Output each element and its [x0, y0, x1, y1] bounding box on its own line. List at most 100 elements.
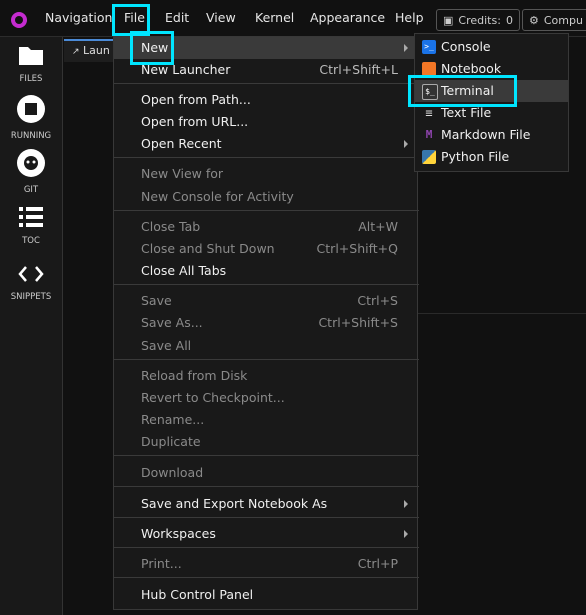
- new-item-highlight: [130, 31, 174, 65]
- file-menu-item-label: Save and Export Notebook As: [141, 496, 328, 511]
- file-menu-item-label: Print...: [141, 556, 182, 571]
- file-menu-item-label: Save All: [141, 338, 192, 353]
- file-menu: New New Launcher Ctrl+Shift+L Open from …: [113, 36, 419, 610]
- text-file-icon: ≡: [425, 106, 433, 120]
- sidebar-item-toc[interactable]: TOC: [0, 206, 62, 246]
- submenu-arrow-icon: [404, 500, 408, 508]
- left-sidebar: FILES RUNNING GIT TOC SNIPPETS: [0, 37, 63, 615]
- menu-separator: [114, 547, 419, 548]
- compute-label: Compu: [543, 13, 583, 27]
- file-menu-item-revert: Revert to Checkpoint...: [114, 387, 419, 409]
- file-menu-item-open-recent[interactable]: Open Recent: [114, 133, 419, 155]
- terminal-item-highlight: [408, 75, 517, 107]
- sidebar-label-files: FILES: [19, 74, 43, 84]
- sidebar-item-snippets[interactable]: SNIPPETS: [0, 264, 62, 302]
- shortcut-label: Ctrl+Shift+S: [318, 315, 398, 330]
- menu-view[interactable]: View: [206, 10, 236, 25]
- file-menu-item-reload: Reload from Disk: [114, 365, 419, 387]
- submenu-arrow-icon: [404, 140, 408, 148]
- sidebar-item-git[interactable]: GIT: [0, 149, 62, 195]
- file-menu-item-label: New Console for Activity: [141, 189, 294, 204]
- sidebar-item-files[interactable]: FILES: [0, 44, 62, 84]
- file-menu-item-open-from-url[interactable]: Open from URL...: [114, 111, 419, 133]
- submenu-item-label: Python File: [441, 149, 510, 164]
- credits-button[interactable]: ▣ Credits: 0: [436, 9, 520, 31]
- file-menu-item-label: Open from URL...: [141, 114, 249, 129]
- main-divider: [418, 313, 586, 314]
- new-submenu-console[interactable]: >_ Console: [415, 36, 568, 58]
- shortcut-label: Ctrl+Shift+L: [319, 62, 398, 77]
- notebook-icon: [422, 62, 436, 76]
- file-menu-item-label: Open Recent: [141, 136, 222, 151]
- markdown-icon: M: [425, 128, 433, 141]
- menu-separator: [114, 486, 419, 487]
- file-menu-item-label: Reload from Disk: [141, 368, 248, 383]
- file-menu-item-label: Close Tab: [141, 219, 201, 234]
- code-icon: [18, 266, 44, 282]
- python-icon: [422, 150, 436, 164]
- file-menu-item-print: Print... Ctrl+P: [114, 553, 419, 575]
- file-menu-item-close-shutdown: Close and Shut Down Ctrl+Shift+Q: [114, 238, 419, 260]
- menu-navigation[interactable]: Navigation: [45, 10, 112, 25]
- menu-separator: [114, 517, 419, 518]
- menu-separator: [114, 83, 419, 84]
- sidebar-label-snippets: SNIPPETS: [10, 292, 52, 302]
- file-menu-item-label: Open from Path...: [141, 92, 251, 107]
- menu-separator: [114, 284, 419, 285]
- menu-help[interactable]: Help: [395, 10, 424, 25]
- app-logo-icon[interactable]: [11, 12, 27, 28]
- sidebar-item-running[interactable]: RUNNING: [0, 95, 62, 141]
- sidebar-label-git: GIT: [23, 185, 39, 195]
- credits-icon: ▣: [443, 13, 454, 27]
- sidebar-label-running: RUNNING: [10, 131, 52, 141]
- file-menu-item-hub-control-panel[interactable]: Hub Control Panel: [114, 584, 419, 606]
- file-menu-item-close-all-tabs[interactable]: Close All Tabs: [114, 260, 419, 282]
- folder-icon: [19, 47, 43, 65]
- console-icon: >_: [422, 40, 436, 54]
- file-menu-item-save-as: Save As... Ctrl+Shift+S: [114, 312, 419, 334]
- file-menu-item-label: Close All Tabs: [141, 263, 227, 278]
- list-icon: [19, 207, 43, 227]
- file-menu-item-label: Close and Shut Down: [141, 241, 275, 256]
- new-submenu-python-file[interactable]: Python File: [415, 146, 568, 168]
- menu-separator: [114, 359, 419, 360]
- file-menu-item-workspaces[interactable]: Workspaces: [114, 523, 419, 545]
- file-menu-item-save: Save Ctrl+S: [114, 290, 419, 312]
- file-menu-item-download: Download: [114, 462, 419, 484]
- file-menu-item-label: Rename...: [141, 412, 205, 427]
- file-menu-item-duplicate: Duplicate: [114, 431, 419, 453]
- github-icon: [17, 149, 45, 177]
- file-menu-item-new-console: New Console for Activity: [114, 186, 419, 208]
- file-menu-item-open-from-path[interactable]: Open from Path...: [114, 89, 419, 111]
- menu-appearance[interactable]: Appearance: [310, 10, 385, 25]
- file-menu-item-label: Revert to Checkpoint...: [141, 390, 285, 405]
- menu-edit[interactable]: Edit: [165, 10, 189, 25]
- shortcut-label: Ctrl+Shift+Q: [316, 241, 398, 256]
- file-menu-item-label: Hub Control Panel: [141, 587, 254, 602]
- shortcut-label: Ctrl+P: [357, 556, 398, 571]
- menu-separator: [114, 455, 419, 456]
- file-menu-item-label: Save As...: [141, 315, 203, 330]
- stop-circle-icon: [17, 95, 45, 123]
- menu-separator: [114, 577, 419, 578]
- file-menu-item-label: Workspaces: [141, 526, 216, 541]
- file-menu-item-save-all: Save All: [114, 335, 419, 357]
- file-menu-item-label: Save: [141, 293, 172, 308]
- file-menu-item-close-tab: Close Tab Alt+W: [114, 216, 419, 238]
- tab-launcher-label: Laun: [83, 44, 110, 57]
- menu-kernel[interactable]: Kernel: [255, 10, 294, 25]
- menu-separator: [114, 210, 419, 211]
- compute-button[interactable]: ⚙ Compu: [522, 9, 586, 31]
- new-submenu-markdown-file[interactable]: M Markdown File: [415, 124, 568, 146]
- tab-launcher[interactable]: ↗ Laun: [64, 39, 118, 62]
- submenu-item-label: Markdown File: [441, 127, 531, 142]
- file-menu-item-label: Download: [141, 465, 204, 480]
- sidebar-label-toc: TOC: [22, 236, 40, 246]
- top-bar: Navigation File Edit View Kernel Appeara…: [0, 0, 586, 37]
- file-menu-item-label: New View for: [141, 166, 224, 181]
- file-menu-item-save-export[interactable]: Save and Export Notebook As: [114, 493, 419, 515]
- credits-label: Credits:: [458, 13, 501, 27]
- file-menu-item-rename: Rename...: [114, 409, 419, 431]
- shortcut-label: Ctrl+S: [357, 293, 398, 308]
- credits-value: 0: [505, 13, 513, 27]
